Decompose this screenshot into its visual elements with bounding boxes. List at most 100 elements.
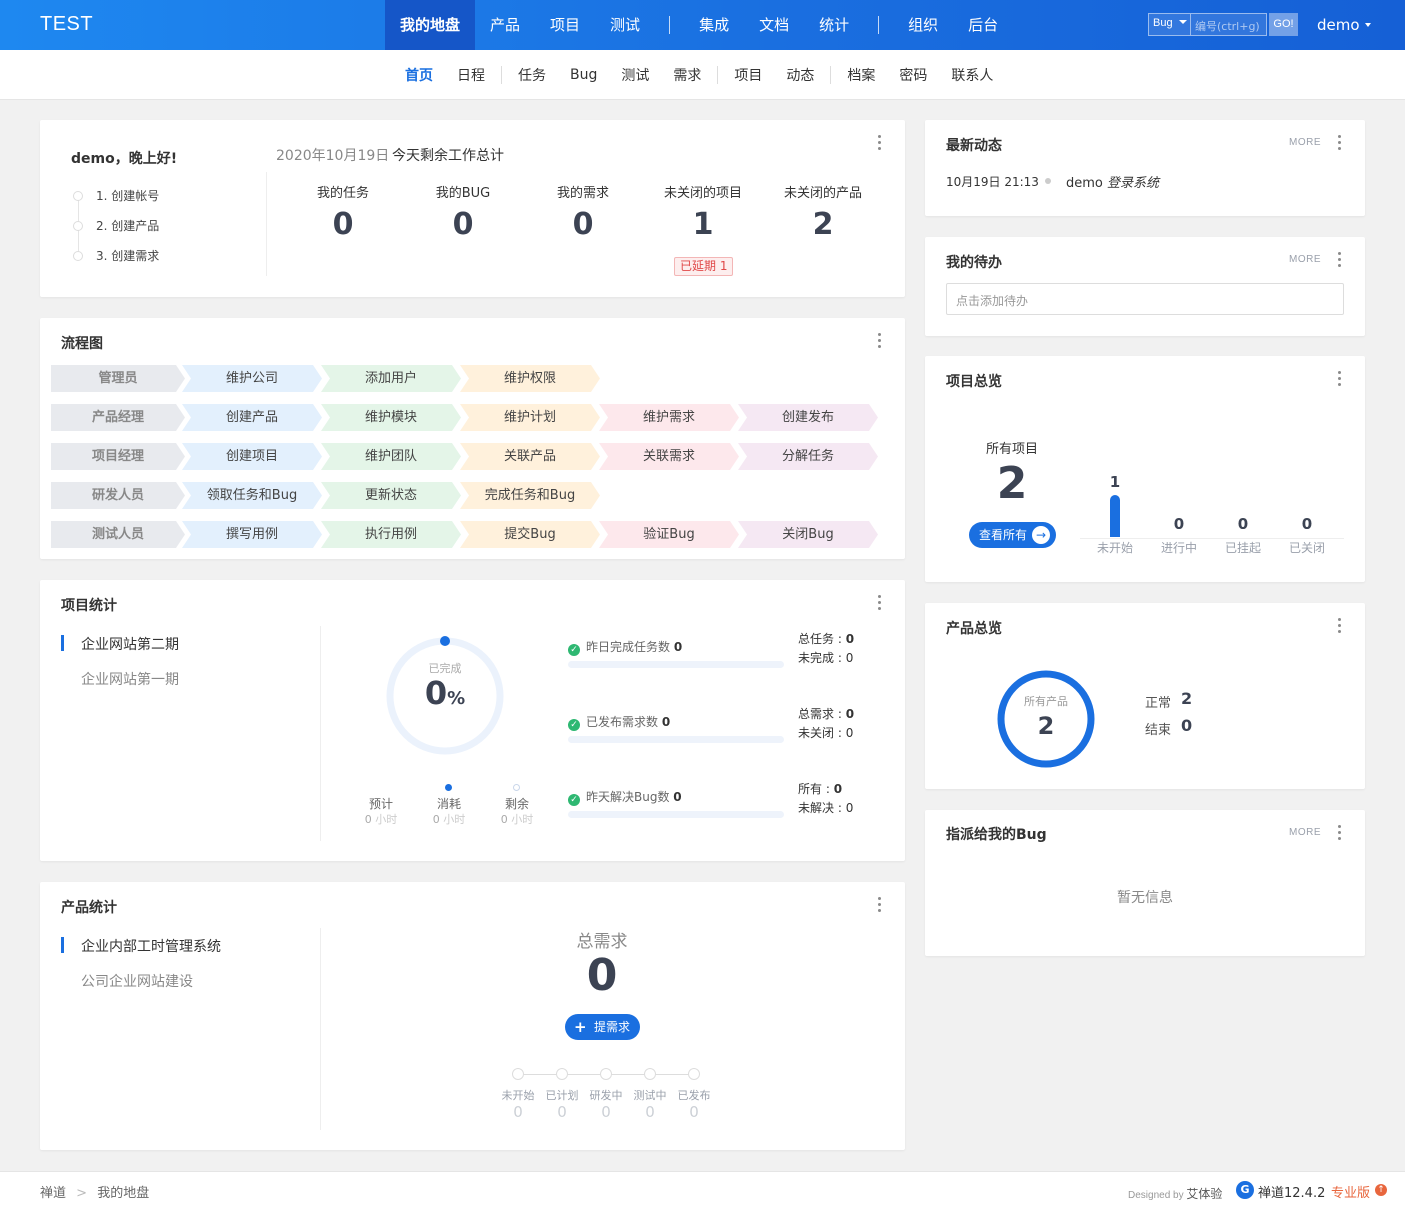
main-nav-item[interactable]: 统计 [804, 0, 864, 50]
main-nav-item[interactable]: 集成 [684, 0, 744, 50]
sub-nav-item[interactable]: 联系人 [939, 65, 1005, 85]
main-nav-item[interactable]: 项目 [535, 0, 595, 50]
panel-menu-icon[interactable] [1338, 825, 1342, 843]
delayed-badge[interactable]: 已延期 1 [674, 257, 734, 276]
panel-menu-icon[interactable] [1338, 252, 1342, 270]
sub-nav-item[interactable]: 需求 [661, 65, 713, 85]
arrow-up-icon: ↑ [1375, 1184, 1387, 1196]
sub-nav-item[interactable]: 动态 [774, 65, 826, 85]
footer: 禅道 > 我的地盘 Designed by 艾体验 G 禅道12.4.2 专业版… [0, 1171, 1405, 1211]
sub-nav: 首页 日程 任务 Bug 测试 需求 项目 动态 档案 密码 联系人 [0, 50, 1405, 100]
metric-bar [568, 736, 784, 743]
activity-item[interactable]: demo 登录系统 [1066, 172, 1159, 191]
sub-nav-item[interactable]: 日程 [445, 65, 497, 85]
search-input[interactable]: 编号(ctrl+g) [1191, 13, 1267, 36]
check-circle-icon: ✓ [568, 719, 580, 731]
flow-step[interactable]: 维护团队 [321, 443, 461, 470]
flow-step[interactable]: 关联产品 [460, 443, 600, 470]
stat-label: 未关闭的项目 [663, 186, 742, 201]
view-all-button[interactable]: 查看所有 → [969, 522, 1056, 548]
main-nav-item[interactable]: 产品 [475, 0, 535, 50]
flow-step[interactable]: 执行用例 [321, 521, 461, 548]
sub-nav-item[interactable]: Bug [558, 67, 609, 83]
user-menu[interactable]: demo [1317, 16, 1371, 34]
flow-step[interactable]: 创建产品 [182, 404, 322, 431]
nav-separator [669, 16, 671, 34]
main-nav-item[interactable]: 后台 [953, 0, 1013, 50]
version[interactable]: 禅道12.4.2 [1258, 1182, 1325, 1201]
flow-step[interactable]: 验证Bug [599, 521, 739, 548]
flow-step[interactable]: 领取任务和Bug [182, 482, 322, 509]
flow-step[interactable]: 关闭Bug [738, 521, 878, 548]
step-create-account[interactable]: 1. 创建帐号 [96, 187, 159, 204]
flow-step[interactable]: 维护计划 [460, 404, 600, 431]
stat-item[interactable]: 我的任务 0 [283, 182, 403, 242]
metric-detail-row: 未完成 : 0 [798, 651, 854, 665]
flow-step[interactable]: 分解任务 [738, 443, 878, 470]
total-stories-value: 0 [586, 950, 618, 1001]
sub-nav-item[interactable]: 项目 [722, 65, 774, 85]
sub-nav-item[interactable]: 首页 [393, 65, 445, 85]
project-overview-panel: 项目总览 所有项目 2 查看所有 → 1 未开始 0 进行中 0 已挂起 0 已关闭 [925, 356, 1365, 582]
todo-input[interactable]: 点击添加待办 [946, 283, 1344, 315]
stat-item[interactable]: 我的需求 0 [523, 182, 643, 242]
panel-menu-icon[interactable] [1338, 135, 1342, 153]
stat-item[interactable]: 未关闭的项目 1 [643, 182, 763, 242]
brand-logo[interactable]: TEST [40, 13, 93, 36]
search-go-button[interactable]: GO! [1269, 13, 1298, 36]
flow-step[interactable]: 维护公司 [182, 365, 322, 392]
edition-link[interactable]: 专业版 [1331, 1182, 1370, 1201]
flow-step[interactable]: 撰写用例 [182, 521, 322, 548]
flow-step[interactable]: 创建项目 [182, 443, 322, 470]
stat-item[interactable]: 我的BUG 0 [403, 182, 523, 242]
sub-nav-item[interactable]: 任务 [506, 65, 558, 85]
overview-bar-label: 未开始 [1096, 541, 1133, 555]
flow-step[interactable]: 关联需求 [599, 443, 739, 470]
flow-step[interactable]: 添加用户 [321, 365, 461, 392]
metric-value: 0 [673, 640, 683, 654]
panel-menu-icon[interactable] [1338, 371, 1342, 389]
stat-label: 我的任务 [316, 186, 369, 201]
flow-step[interactable]: 完成任务和Bug [460, 482, 600, 509]
progress-number: 0 [424, 674, 448, 712]
panel-menu-icon[interactable] [1338, 618, 1342, 636]
main-nav-item[interactable]: 测试 [595, 0, 655, 50]
add-story-button[interactable]: + 提需求 [565, 1014, 640, 1040]
normal-value: 2 [1181, 689, 1193, 708]
flow-step[interactable]: 创建发布 [738, 404, 878, 431]
more-link[interactable]: MORE [1289, 254, 1321, 265]
more-link[interactable]: MORE [1289, 137, 1321, 148]
step-create-story[interactable]: 3. 创建需求 [96, 247, 159, 264]
project-list-item[interactable]: 企业网站第一期 [81, 669, 179, 689]
main-nav-item[interactable]: 我的地盘 [385, 0, 476, 50]
today-date: 2020年10月19日 [276, 148, 390, 164]
sub-nav-item[interactable]: 测试 [609, 65, 661, 85]
hours-label: 消耗 [436, 797, 461, 811]
flow-step[interactable]: 维护权限 [460, 365, 600, 392]
main-nav-item[interactable]: 文档 [744, 0, 804, 50]
designer-name[interactable]: 艾体验 [1186, 1187, 1222, 1201]
breadcrumb-home[interactable]: 禅道 [40, 1186, 66, 1201]
panel-menu-icon[interactable] [878, 897, 882, 915]
product-list-item[interactable]: 企业内部工时管理系统 [81, 936, 221, 956]
step-create-product[interactable]: 2. 创建产品 [96, 217, 159, 234]
flow-step[interactable]: 更新状态 [321, 482, 461, 509]
activity-action: 登录系统 [1107, 176, 1160, 191]
sub-nav-item[interactable]: 密码 [887, 65, 939, 85]
panel-menu-icon[interactable] [878, 595, 882, 613]
main-nav-item[interactable]: 组织 [893, 0, 953, 50]
panel-menu-icon[interactable] [878, 333, 882, 351]
overview-bar[interactable] [1110, 495, 1120, 537]
flow-step[interactable]: 维护模块 [321, 404, 461, 431]
search-type-select[interactable]: Bug [1148, 13, 1191, 36]
flow-step[interactable]: 提交Bug [460, 521, 600, 548]
flow-step[interactable]: 维护需求 [599, 404, 739, 431]
stat-item[interactable]: 未关闭的产品 2 [763, 182, 883, 242]
hours-unit: 小时 [375, 813, 398, 826]
more-link[interactable]: MORE [1289, 827, 1321, 838]
panel-menu-icon[interactable] [878, 135, 882, 153]
sub-nav-item[interactable]: 档案 [835, 65, 887, 85]
project-list-item[interactable]: 企业网站第二期 [81, 634, 179, 654]
flow-role: 研发人员 [51, 482, 185, 509]
product-list-item[interactable]: 公司企业网站建设 [81, 971, 193, 991]
